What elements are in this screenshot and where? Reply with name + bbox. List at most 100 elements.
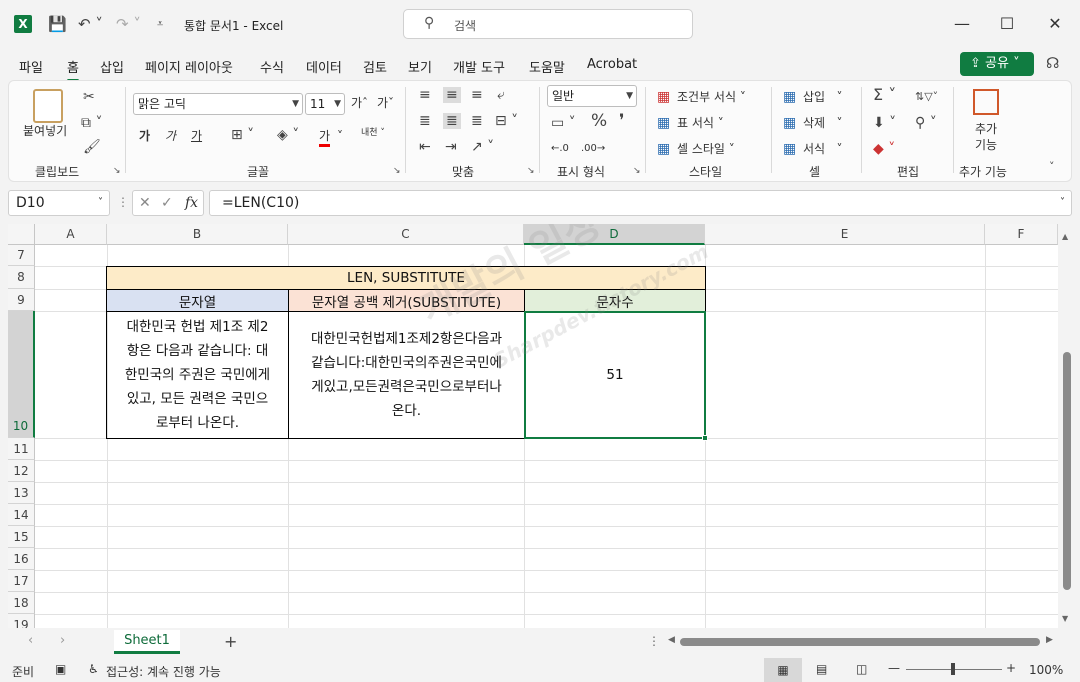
conditional-format-icon[interactable]: ▦ <box>657 89 670 105</box>
row-header-18[interactable]: 18 <box>8 592 35 614</box>
merge-center-icon[interactable]: ⊟ ˅ <box>495 113 518 129</box>
fill-color-icon[interactable]: ◈ ˅ <box>277 127 299 143</box>
insert-cells-icon[interactable]: ▦ <box>783 89 796 105</box>
format-as-table-icon[interactable]: ▦ <box>657 115 670 131</box>
paste-icon[interactable] <box>33 89 63 123</box>
cell-styles-icon[interactable]: ▦ <box>657 141 670 157</box>
normal-view-icon[interactable]: ▦ <box>764 658 802 682</box>
share-button[interactable]: ⇪ 공유 ˅ <box>960 52 1034 76</box>
font-name-select[interactable]: 맑은 고딕 ▼ <box>133 93 303 115</box>
column-header-f[interactable]: F <box>985 224 1058 245</box>
next-sheet-icon[interactable]: › <box>60 633 65 648</box>
fill-handle[interactable] <box>702 435 708 441</box>
sort-filter-icon[interactable]: ⇅▽˅ <box>915 89 938 105</box>
tab-view[interactable]: 보기 <box>408 57 432 76</box>
paste-label[interactable]: 붙여넣기 <box>23 123 67 139</box>
row-header-13[interactable]: 13 <box>8 482 35 504</box>
row-header-15[interactable]: 15 <box>8 526 35 548</box>
column-header-d[interactable]: D <box>524 224 705 245</box>
row-header-8[interactable]: 8 <box>8 266 35 289</box>
formula-input[interactable]: =LEN(C10) ˅ <box>209 190 1072 216</box>
comments-icon[interactable]: ☊ <box>1046 54 1059 72</box>
row-header-16[interactable]: 16 <box>8 548 35 570</box>
align-bottom-icon[interactable]: ≡ <box>471 87 483 103</box>
table-title-cell[interactable]: LEN, SUBSTITUTE <box>106 266 706 290</box>
page-break-view-icon[interactable]: ◫ <box>856 662 867 676</box>
save-icon[interactable]: 💾 <box>48 13 67 35</box>
clear-icon[interactable]: ◆ ˅ <box>873 141 895 157</box>
italic-button[interactable]: 가 <box>165 128 176 144</box>
increase-indent-icon[interactable]: ⇥ <box>445 139 457 155</box>
tab-developer[interactable]: 개발 도구 <box>453 57 505 76</box>
cell-c10[interactable]: 대한민국헌법제1조제2항은다음과 같습니다:대한민국의주권은국민에 게있고,모든… <box>288 311 525 439</box>
bold-button[interactable]: 가 <box>139 128 150 144</box>
row-header-14[interactable]: 14 <box>8 504 35 526</box>
cell-styles-button[interactable]: 셀 스타일 ˅ <box>677 141 735 157</box>
phonetic-icon[interactable]: 내천 ˅ <box>361 125 385 141</box>
worksheet-grid[interactable]: A B C D E F 7 8 9 10 11 12 13 14 15 16 1… <box>8 224 1058 628</box>
addins-icon[interactable] <box>973 89 999 115</box>
vertical-scrollbar[interactable] <box>1063 352 1071 590</box>
redo-icon[interactable]: ↷ ˅ <box>116 13 141 35</box>
tab-review[interactable]: 검토 <box>363 57 387 76</box>
accounting-format-icon[interactable]: ▭ ˅ <box>551 115 576 131</box>
number-format-select[interactable]: 일반 ▼ <box>547 85 637 107</box>
align-center-icon[interactable]: ≣ <box>443 113 461 129</box>
zoom-in-icon[interactable]: + <box>1006 661 1016 675</box>
scroll-left-icon[interactable]: ◀ <box>668 635 675 645</box>
number-launcher-icon[interactable]: ↘ <box>633 166 641 176</box>
insert-cells-button[interactable]: 삽입 ˅ <box>803 89 843 105</box>
sheet-tab-sheet1[interactable]: Sheet1 <box>114 630 180 654</box>
more-icon[interactable]: ⋮ <box>648 634 660 648</box>
undo-icon[interactable]: ↶ ˅ <box>78 13 103 35</box>
horizontal-scrollbar[interactable] <box>680 638 1040 646</box>
chevron-down-icon[interactable]: ˅ <box>337 128 343 144</box>
accessibility-icon[interactable]: ♿ <box>88 662 99 676</box>
enter-icon[interactable]: ✓ <box>161 191 173 215</box>
cell-d10-selected[interactable]: 51 <box>524 311 706 439</box>
underline-button[interactable]: 가 <box>191 128 202 144</box>
percent-icon[interactable]: % <box>591 113 607 130</box>
fill-icon[interactable]: ⬇ ˅ <box>873 115 896 131</box>
column-header-a[interactable]: A <box>35 224 107 245</box>
row-header-10[interactable]: 10 <box>8 311 35 438</box>
header-cell-c9[interactable]: 문자열 공백 제거(SUBSTITUTE) <box>288 289 525 312</box>
column-header-e[interactable]: E <box>705 224 985 245</box>
tab-home[interactable]: 홈 <box>67 57 79 82</box>
format-as-table-button[interactable]: 표 서식 ˅ <box>677 115 724 131</box>
format-cells-button[interactable]: 서식 ˅ <box>803 141 843 157</box>
font-size-select[interactable]: 11 ▼ <box>305 93 345 115</box>
scroll-down-icon[interactable]: ▼ <box>1062 614 1068 623</box>
scroll-right-icon[interactable]: ▶ <box>1046 635 1053 645</box>
row-header-17[interactable]: 17 <box>8 570 35 592</box>
tab-help[interactable]: 도움말 <box>529 57 565 76</box>
decrease-decimal-icon[interactable]: .00→ <box>581 141 605 157</box>
delete-cells-icon[interactable]: ▦ <box>783 115 796 131</box>
align-left-icon[interactable]: ≣ <box>419 113 431 129</box>
cut-icon[interactable]: ✂ <box>83 89 95 105</box>
zoom-slider-thumb[interactable] <box>951 663 955 675</box>
zoom-out-icon[interactable]: — <box>888 661 900 675</box>
row-header-7[interactable]: 7 <box>8 245 35 266</box>
align-right-icon[interactable]: ≣ <box>471 113 483 129</box>
insert-function-icon[interactable]: fx <box>185 191 198 215</box>
add-sheet-icon[interactable]: + <box>224 632 237 651</box>
name-box[interactable]: D10 ˅ <box>8 190 110 216</box>
copy-icon[interactable]: ⧉ ˅ <box>81 115 102 131</box>
row-header-11[interactable]: 11 <box>8 438 35 460</box>
delete-cells-button[interactable]: 삭제 ˅ <box>803 115 843 131</box>
row-header-9[interactable]: 9 <box>8 289 35 311</box>
addins-label-1[interactable]: 추가 <box>975 121 997 137</box>
font-color-button[interactable]: 가 <box>319 128 331 147</box>
tab-file[interactable]: 파일 <box>19 57 43 76</box>
increase-decimal-icon[interactable]: ←.0 <box>551 141 569 157</box>
minimize-icon[interactable]: — <box>948 12 976 36</box>
format-painter-icon[interactable]: 🖌 <box>83 139 101 155</box>
addins-label-2[interactable]: 기능 <box>975 137 997 153</box>
cell-b10[interactable]: 대한민국 헌법 제1조 제2 항은 다음과 같습니다: 대 한민국의 주권은 국… <box>106 311 289 439</box>
tab-data[interactable]: 데이터 <box>306 57 342 76</box>
clipboard-launcher-icon[interactable]: ↘ <box>113 166 121 176</box>
close-icon[interactable]: ✕ <box>1041 12 1069 36</box>
font-launcher-icon[interactable]: ↘ <box>393 166 401 176</box>
accessibility-status[interactable]: 접근성: 계속 진행 가능 <box>106 663 221 680</box>
